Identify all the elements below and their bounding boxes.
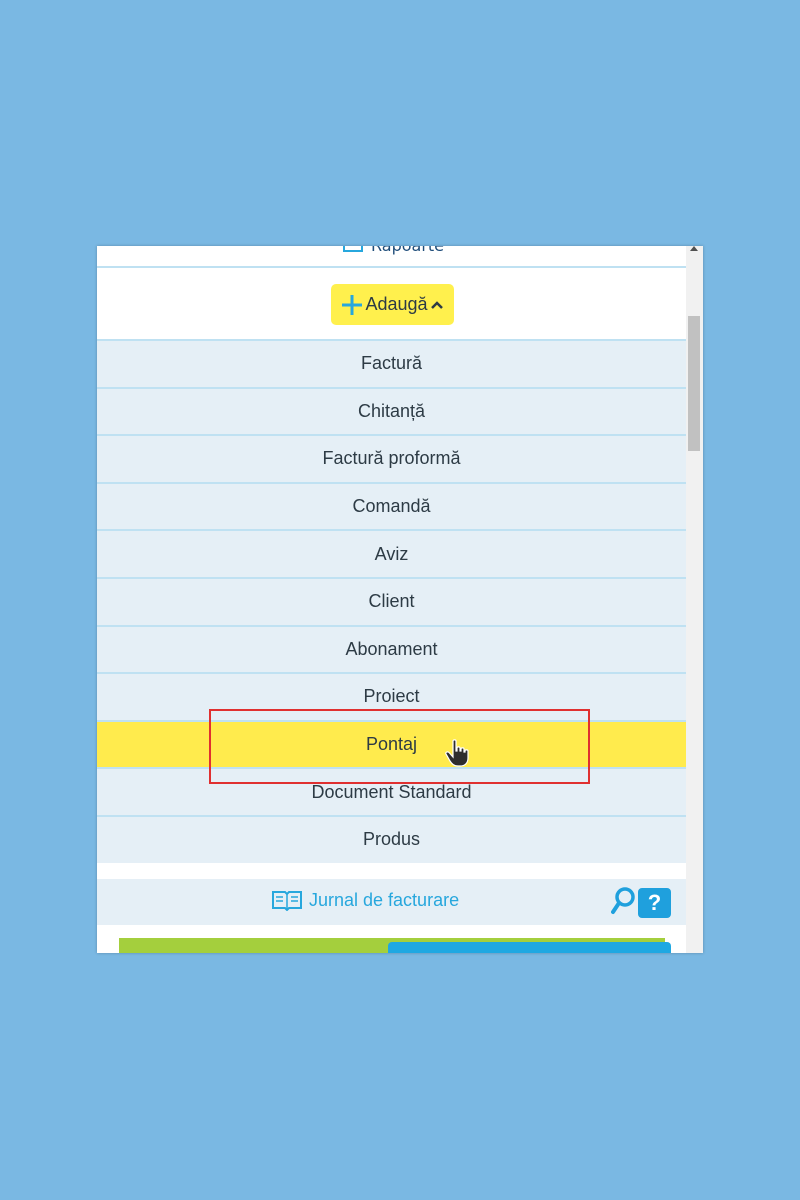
section-gap xyxy=(97,863,686,879)
report-icon xyxy=(343,246,363,252)
help-button[interactable]: ? xyxy=(638,888,671,918)
add-area: Adaugă xyxy=(97,270,686,341)
menu-item-label: Produs xyxy=(362,829,421,850)
rapoarte-row[interactable]: Rapoarte xyxy=(97,246,686,268)
journal-label: Jurnal de facturare xyxy=(309,889,460,910)
menu-item-client[interactable]: Client xyxy=(97,578,686,627)
menu-item-label: Factură xyxy=(360,353,423,374)
scroll-up-arrow-icon[interactable] xyxy=(690,246,698,251)
plus-icon xyxy=(342,294,363,315)
journal-bar: Jurnal de facturare ? xyxy=(97,879,686,925)
menu-item-pontaj[interactable]: Pontaj xyxy=(97,721,686,770)
menu-item-label: Abonament xyxy=(345,638,438,659)
chevron-up-icon xyxy=(430,300,443,309)
add-button-label: Adaugă xyxy=(365,294,428,314)
menu-item-label: Chitanță xyxy=(357,400,426,421)
menu-item-comanda[interactable]: Comandă xyxy=(97,483,686,532)
menu-item-document-standard[interactable]: Document Standard xyxy=(97,769,686,817)
journal-link[interactable]: Jurnal de facturare xyxy=(271,889,459,911)
menu-item-label: Client xyxy=(368,591,415,612)
add-menu-list: Factură Chitanță Factură proformă Comand… xyxy=(97,341,686,865)
scroll-thumb[interactable] xyxy=(688,316,700,451)
menu-item-label: Aviz xyxy=(374,543,409,564)
bottom-blue-tab[interactable] xyxy=(388,942,671,953)
rapoarte-label: Rapoarte xyxy=(371,246,444,255)
menu-item-abonament[interactable]: Abonament xyxy=(97,626,686,675)
menu-item-factura[interactable]: Factură xyxy=(97,341,686,389)
menu-item-chitanta[interactable]: Chitanță xyxy=(97,388,686,437)
search-icon[interactable] xyxy=(611,887,635,915)
scrollbar[interactable] xyxy=(686,246,703,953)
menu-item-label: Comandă xyxy=(352,496,431,517)
menu-item-proiect[interactable]: Proiect xyxy=(97,674,686,722)
menu-item-label: Proiect xyxy=(363,686,420,707)
menu-item-label: Pontaj xyxy=(365,734,418,755)
menu-item-aviz[interactable]: Aviz xyxy=(97,531,686,579)
add-button[interactable]: Adaugă xyxy=(331,284,454,325)
book-icon xyxy=(272,891,302,911)
menu-item-label: Factură proformă xyxy=(322,448,461,469)
menu-item-produs[interactable]: Produs xyxy=(97,816,686,865)
menu-item-label: Document Standard xyxy=(311,781,472,802)
app-window: Rapoarte Adaugă Factură Chitanță Factură… xyxy=(97,246,703,953)
hand-cursor-icon xyxy=(445,739,469,767)
menu-item-factura-proforma[interactable]: Factură proformă xyxy=(97,436,686,484)
